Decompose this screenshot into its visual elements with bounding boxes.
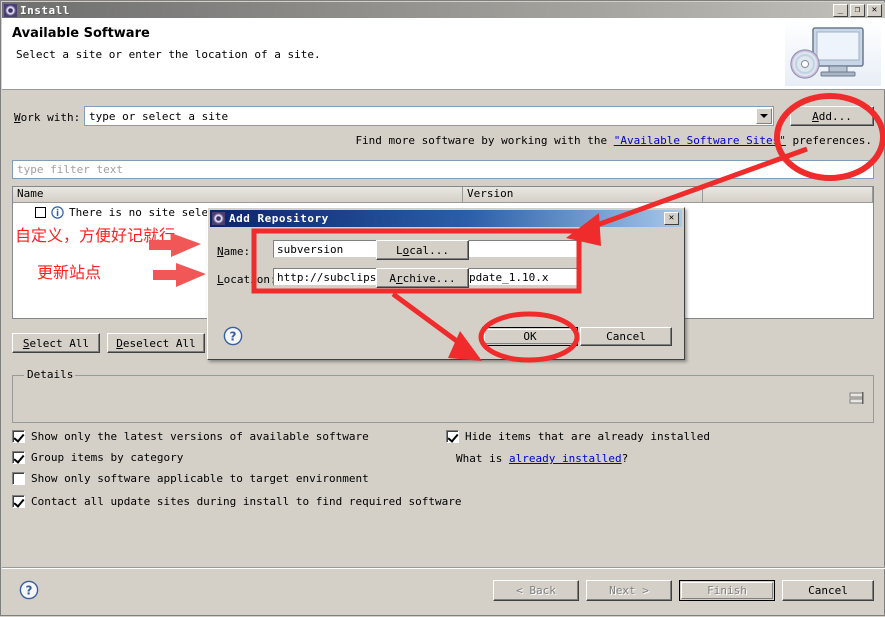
install-gear-icon <box>212 212 225 225</box>
add-site-button[interactable]: Add... <box>790 106 874 126</box>
work-with-label: Work with: <box>14 111 81 124</box>
checkbox[interactable] <box>12 430 25 443</box>
ok-button-label: OK <box>484 329 576 344</box>
select-all-button[interactable]: Select All <box>12 333 100 353</box>
option-label: Group items by category <box>31 451 184 464</box>
help-question-icon[interactable]: ? <box>223 326 243 346</box>
option-show-latest-versions[interactable]: Show only the latest versions of availab… <box>12 430 369 443</box>
info-icon <box>51 205 64 219</box>
option-contact-all-update-sites[interactable]: Contact all update sites during install … <box>12 495 461 508</box>
footer-divider-highlight <box>2 568 885 569</box>
wizard-header: Available Software Select a site or ente… <box>2 18 885 90</box>
dialog-title: Add Repository <box>229 212 329 225</box>
svg-text:?: ? <box>26 584 33 598</box>
filter-placeholder: type filter text <box>17 163 123 176</box>
option-hide-installed[interactable]: Hide items that are already installed <box>446 430 710 443</box>
close-button[interactable]: ✕ <box>867 3 882 17</box>
filter-input[interactable]: type filter text <box>12 160 874 179</box>
next-button[interactable]: Next > <box>586 580 672 601</box>
option-group-by-category[interactable]: Group items by category <box>12 451 183 464</box>
install-gear-icon <box>4 3 17 17</box>
column-header-name[interactable]: Name <box>13 187 463 202</box>
what-is-already-installed-text: What is already installed? <box>456 452 629 465</box>
name-value: subversion <box>277 242 344 256</box>
install-wizard-window: Install _ ❐ ✕ Available Software Select … <box>0 0 885 616</box>
local-button[interactable]: Local... <box>376 240 469 260</box>
maximize-button[interactable]: ❐ <box>850 3 865 17</box>
work-with-combo[interactable]: type or select a site <box>84 106 774 126</box>
back-button[interactable]: < Back <box>493 580 579 601</box>
archive-button[interactable]: Archive... <box>376 268 469 288</box>
available-software-sites-link[interactable]: "Available Software Sites" <box>614 134 786 147</box>
svg-text:?: ? <box>230 330 237 344</box>
option-label: Contact all update sites during install … <box>31 495 462 508</box>
deselect-all-button[interactable]: Deselect All <box>107 333 205 353</box>
option-label: Show only the latest versions of availab… <box>31 430 369 443</box>
location-label: Location: <box>217 273 277 286</box>
minimize-button[interactable]: _ <box>833 3 848 17</box>
annotation-note-2: 更新站点 <box>37 263 102 282</box>
column-header-version[interactable]: Version <box>463 187 703 202</box>
name-label: Name: <box>217 245 251 258</box>
checkbox[interactable] <box>12 472 25 485</box>
work-with-value: type or select a site <box>89 109 229 123</box>
window-title: Install <box>20 3 70 17</box>
checkbox[interactable] <box>446 430 459 443</box>
already-installed-link[interactable]: already installed <box>509 452 622 465</box>
chevron-down-icon[interactable] <box>756 108 772 124</box>
dialog-cancel-button[interactable]: Cancel <box>580 327 672 346</box>
page-subtitle: Select a site or enter the location of a… <box>16 48 321 61</box>
window-controls: _ ❐ ✕ <box>831 3 882 17</box>
option-show-applicable-target[interactable]: Show only software applicable to target … <box>12 472 369 485</box>
checkbox[interactable] <box>12 451 25 464</box>
column-header-blank[interactable] <box>703 187 873 202</box>
annotation-note-1: 自定义，方便好记就行 <box>15 226 176 245</box>
option-label: Hide items that are already installed <box>465 430 711 443</box>
resize-sash-icon[interactable] <box>849 389 867 407</box>
finish-button-label: Finish <box>681 582 773 599</box>
option-label: Show only software applicable to target … <box>31 472 369 485</box>
monitor-cd-icon <box>785 20 881 86</box>
help-question-icon[interactable]: ? <box>19 580 39 600</box>
checkbox[interactable] <box>12 495 25 508</box>
row-checkbox[interactable] <box>35 206 46 218</box>
table-header-row: Name Version <box>13 187 873 203</box>
row-name: There is no site selec <box>69 205 215 219</box>
dialog-close-button[interactable]: ✕ <box>664 212 679 225</box>
dialog-titlebar: Add Repository ✕ <box>210 210 682 227</box>
find-more-software-text: Find more software by working with the "… <box>355 134 872 147</box>
details-panel <box>12 375 874 423</box>
page-title: Available Software <box>12 26 150 41</box>
cancel-button[interactable]: Cancel <box>782 580 874 601</box>
window-titlebar: Install _ ❐ ✕ <box>2 2 885 18</box>
